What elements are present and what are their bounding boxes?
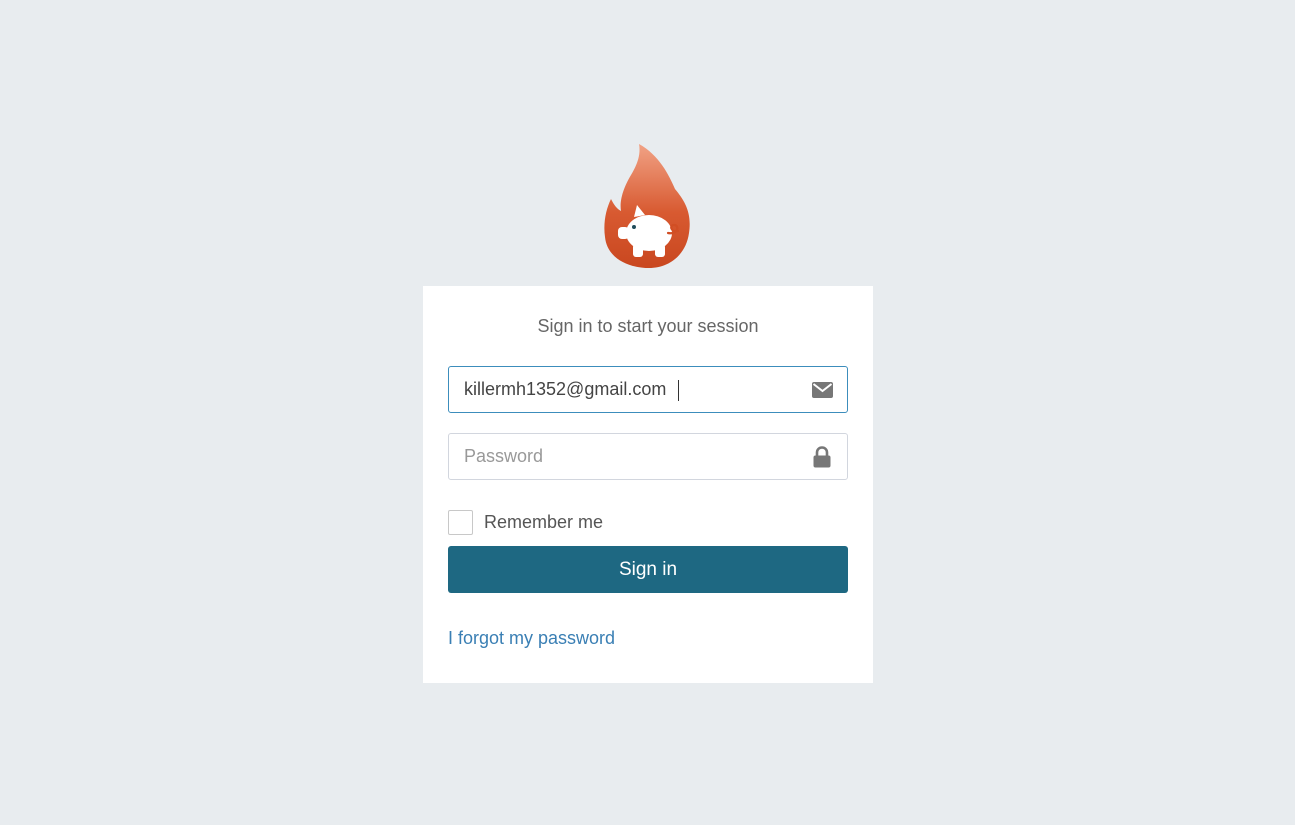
sign-in-button[interactable]: Sign in	[448, 546, 848, 593]
envelope-icon	[811, 379, 833, 401]
remember-me-checkbox[interactable]	[448, 509, 473, 535]
email-field-wrapper	[448, 366, 848, 413]
lock-icon	[811, 446, 833, 468]
forgot-password-link[interactable]: I forgot my password	[448, 626, 615, 650]
password-field-wrapper	[448, 433, 848, 480]
password-input[interactable]	[449, 434, 789, 479]
login-message: Sign in to start your session	[537, 316, 759, 336]
remember-me-label: Remember me	[484, 511, 604, 532]
text-caret	[678, 380, 679, 401]
app-logo	[601, 141, 693, 271]
flame-piggy-icon	[604, 144, 690, 268]
login-box: Sign in to start your session Remember m…	[423, 286, 873, 683]
email-input[interactable]	[449, 367, 789, 412]
remember-me: Remember me	[448, 508, 603, 536]
